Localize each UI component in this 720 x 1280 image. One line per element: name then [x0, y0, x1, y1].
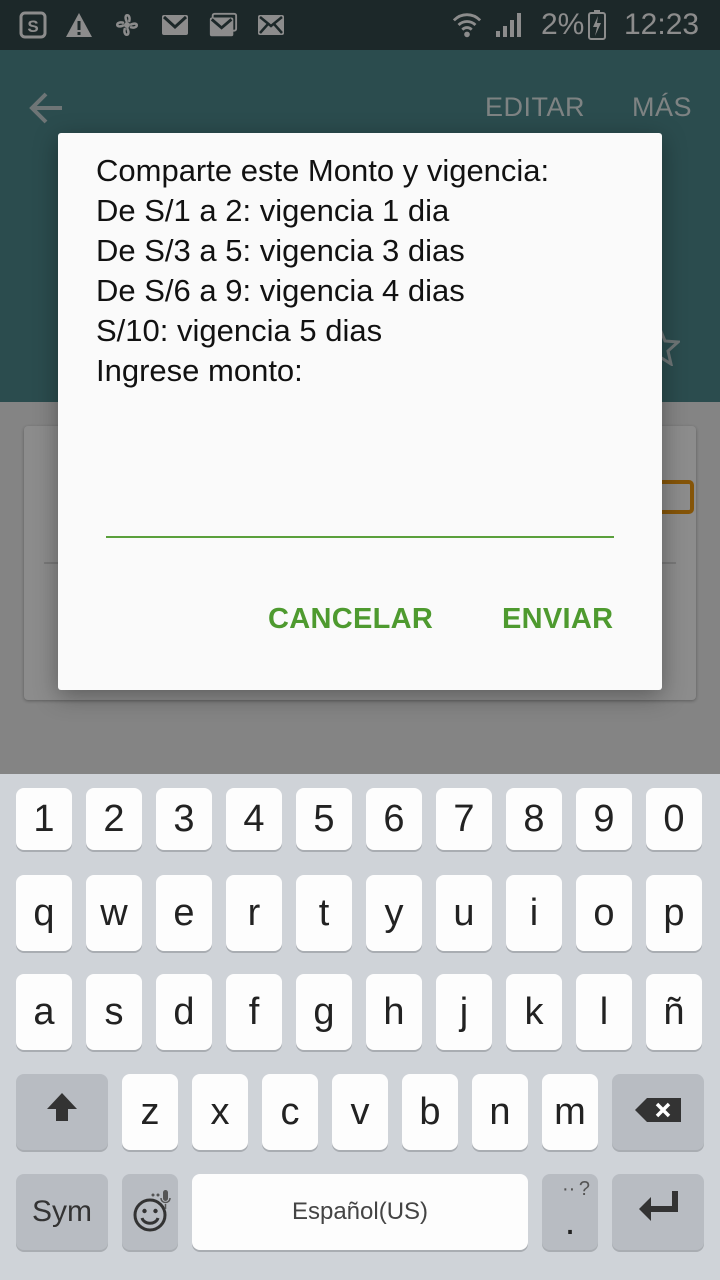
- period-sub-label: ?: [578, 1178, 590, 1200]
- key-c[interactable]: c: [262, 1074, 318, 1150]
- key-k[interactable]: k: [506, 974, 562, 1050]
- shift-arrow-icon: [44, 1089, 80, 1135]
- emoji-key[interactable]: [122, 1174, 178, 1250]
- period-sub-dots: ··: [562, 1178, 576, 1200]
- key-8[interactable]: 8: [506, 788, 562, 850]
- dialog-line: S/10: vigencia 5 dias: [96, 313, 383, 348]
- dialog-line: Ingrese monto:: [96, 353, 303, 388]
- key-p[interactable]: p: [646, 875, 702, 951]
- key-2[interactable]: 2: [86, 788, 142, 850]
- space-key[interactable]: Español(US): [192, 1174, 528, 1250]
- key-w[interactable]: w: [86, 875, 142, 951]
- enter-icon: [635, 1187, 681, 1237]
- microphone-icon: [150, 1178, 172, 1221]
- key-j[interactable]: j: [436, 974, 492, 1050]
- dialog-message: Comparte este Monto y vigencia: De S/1 a…: [96, 151, 636, 391]
- key-4[interactable]: 4: [226, 788, 282, 850]
- key-e[interactable]: e: [156, 875, 212, 951]
- key-t[interactable]: t: [296, 875, 352, 951]
- amount-input[interactable]: [106, 468, 614, 538]
- key-g[interactable]: g: [296, 974, 352, 1050]
- key-r[interactable]: r: [226, 875, 282, 951]
- key-s[interactable]: s: [86, 974, 142, 1050]
- key-3[interactable]: 3: [156, 788, 212, 850]
- dialog-line: De S/3 a 5: vigencia 3 dias: [96, 233, 465, 268]
- key-a[interactable]: a: [16, 974, 72, 1050]
- dialog-line: Comparte este Monto y vigencia:: [96, 153, 550, 188]
- sym-key[interactable]: Sym: [16, 1174, 108, 1250]
- dialog-line: De S/1 a 2: vigencia 1 dia: [96, 193, 450, 228]
- sym-label: Sym: [32, 1195, 92, 1228]
- key-5[interactable]: 5: [296, 788, 352, 850]
- send-button[interactable]: ENVIAR: [502, 603, 613, 636]
- key-y[interactable]: y: [366, 875, 422, 951]
- shift-key[interactable]: [16, 1074, 108, 1150]
- key-6[interactable]: 6: [366, 788, 422, 850]
- key-f[interactable]: f: [226, 974, 282, 1050]
- backspace-icon: [633, 1091, 683, 1134]
- period-label: .: [564, 1200, 576, 1243]
- dialog-line: De S/6 a 9: vigencia 4 dias: [96, 273, 465, 308]
- key-v[interactable]: v: [332, 1074, 388, 1150]
- cancel-button[interactable]: CANCELAR: [268, 603, 433, 636]
- key-l[interactable]: l: [576, 974, 632, 1050]
- period-key[interactable]: ? ·· .: [542, 1174, 598, 1250]
- key-m[interactable]: m: [542, 1074, 598, 1150]
- key-x[interactable]: x: [192, 1074, 248, 1150]
- key-enye[interactable]: ñ: [646, 974, 702, 1050]
- space-label: Español(US): [291, 1198, 429, 1225]
- key-h[interactable]: h: [366, 974, 422, 1050]
- key-1[interactable]: 1: [16, 788, 72, 850]
- key-o[interactable]: o: [576, 875, 632, 951]
- key-i[interactable]: i: [506, 875, 562, 951]
- key-u[interactable]: u: [436, 875, 492, 951]
- key-q[interactable]: q: [16, 875, 72, 951]
- key-7[interactable]: 7: [436, 788, 492, 850]
- key-z[interactable]: z: [122, 1074, 178, 1150]
- keyboard: 1 2 3 4 5 6 7 8 9 0 q w e r t y u i o p …: [0, 774, 720, 1280]
- key-0[interactable]: 0: [646, 788, 702, 850]
- key-9[interactable]: 9: [576, 788, 632, 850]
- key-b[interactable]: b: [402, 1074, 458, 1150]
- ussd-dialog: Comparte este Monto y vigencia: De S/1 a…: [58, 133, 662, 690]
- backspace-key[interactable]: [612, 1074, 704, 1150]
- key-d[interactable]: d: [156, 974, 212, 1050]
- key-n[interactable]: n: [472, 1074, 528, 1150]
- enter-key[interactable]: [612, 1174, 704, 1250]
